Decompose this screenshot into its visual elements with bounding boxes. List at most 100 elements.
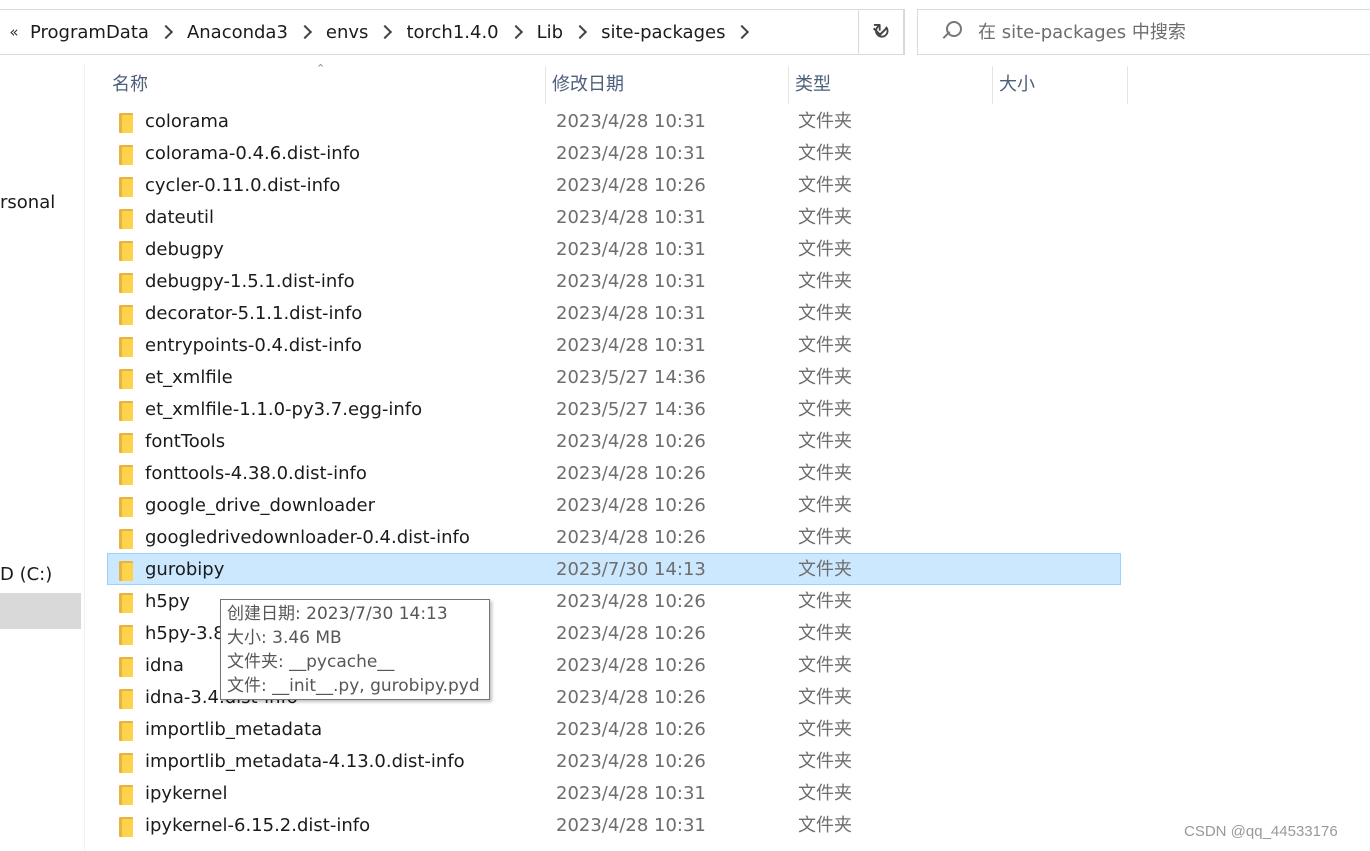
file-row[interactable]: importlib_metadata 2023/4/28 10:26 文件夹 xyxy=(107,713,1121,745)
folder-icon xyxy=(119,241,133,261)
file-type: 文件夹 xyxy=(798,239,852,260)
search-box[interactable] xyxy=(917,9,1370,55)
file-name: decorator-5.1.1.dist-info xyxy=(145,303,363,324)
file-modified-date: 2023/4/28 10:31 xyxy=(556,815,706,836)
file-modified-date: 2023/4/28 10:31 xyxy=(556,335,706,356)
file-row[interactable]: cycler-0.11.0.dist-info 2023/4/28 10:26 文件… xyxy=(107,169,1121,201)
folder-icon xyxy=(119,113,133,133)
file-row[interactable]: colorama-0.4.6.dist-info 2023/4/28 10:31 文… xyxy=(107,137,1121,169)
file-type: 文件夹 xyxy=(798,623,852,644)
column-header-size[interactable]: 大小 xyxy=(993,66,1128,104)
chevron-right-icon[interactable] xyxy=(297,24,312,40)
file-name: fonttools-4.38.0.dist-info xyxy=(145,463,367,484)
breadcrumb-overflow-icon[interactable]: « xyxy=(0,23,28,41)
folder-icon xyxy=(119,817,133,837)
tooltip-folders: 文件夹: __pycache__ xyxy=(227,652,395,672)
file-name: debugpy xyxy=(145,239,224,260)
file-row[interactable]: fontTools 2023/4/28 10:26 文件夹 xyxy=(107,425,1121,457)
folder-icon xyxy=(119,529,133,549)
file-modified-date: 2023/4/28 10:26 xyxy=(556,527,706,548)
nav-hover-highlight xyxy=(0,593,81,629)
file-row[interactable]: gurobipy 2023/7/30 14:13 文件夹 xyxy=(107,553,1121,585)
file-type: 文件夹 xyxy=(798,399,852,420)
folder-icon xyxy=(119,593,133,613)
folder-icon xyxy=(119,753,133,773)
file-type: 文件夹 xyxy=(798,431,852,452)
folder-icon xyxy=(119,145,133,165)
column-header-date[interactable]: 修改日期 xyxy=(546,66,789,104)
file-name: google_drive_downloader xyxy=(145,495,376,516)
file-type: 文件夹 xyxy=(798,719,852,740)
file-name: googledrivedownloader-0.4.dist-info xyxy=(145,527,470,548)
refresh-button[interactable]: ↻ xyxy=(858,9,905,55)
file-row[interactable]: ipykernel 2023/4/28 10:31 文件夹 xyxy=(107,777,1121,809)
file-modified-date: 2023/4/28 10:26 xyxy=(556,591,706,612)
file-name: et_xmlfile xyxy=(145,367,233,388)
column-header-name[interactable]: 名称 xyxy=(106,66,546,104)
folder-icon xyxy=(119,785,133,805)
search-input[interactable] xyxy=(976,20,1360,44)
chevron-right-icon[interactable] xyxy=(573,24,588,40)
folder-icon xyxy=(119,433,133,453)
file-row[interactable]: entrypoints-0.4.dist-info 2023/4/28 10:31… xyxy=(107,329,1121,361)
folder-icon xyxy=(119,177,133,197)
file-modified-date: 2023/4/28 10:26 xyxy=(556,719,706,740)
file-row[interactable]: et_xmlfile-1.1.0-py3.7.egg-info 2023/5/27… xyxy=(107,393,1121,425)
folder-icon xyxy=(119,561,133,581)
breadcrumb-segment[interactable]: Lib xyxy=(535,22,565,43)
breadcrumb-segment[interactable]: Anaconda3 xyxy=(185,22,290,43)
chevron-right-icon[interactable] xyxy=(158,24,174,40)
file-modified-date: 2023/4/28 10:31 xyxy=(556,143,706,164)
file-modified-date: 2023/4/28 10:31 xyxy=(556,207,706,228)
file-modified-date: 2023/4/28 10:26 xyxy=(556,655,706,676)
file-name: h5py xyxy=(145,591,190,612)
breadcrumb-segment[interactable]: envs xyxy=(324,22,371,43)
file-modified-date: 2023/5/27 14:36 xyxy=(556,367,706,388)
file-row[interactable]: et_xmlfile 2023/5/27 14:36 文件夹 xyxy=(107,361,1121,393)
file-type: 文件夹 xyxy=(798,751,852,772)
file-type: 文件夹 xyxy=(798,207,852,228)
column-header-type[interactable]: 类型 xyxy=(789,66,993,104)
breadcrumb-segment[interactable]: torch1.4.0 xyxy=(404,22,500,43)
chevron-right-icon[interactable] xyxy=(508,24,523,40)
file-row[interactable]: decorator-5.1.1.dist-info 2023/4/28 10:31… xyxy=(107,297,1121,329)
file-row[interactable]: fonttools-4.38.0.dist-info 2023/4/28 10:2… xyxy=(107,457,1121,489)
address-bar[interactable]: « ProgramData Anaconda3 envs torch1.4.0 Lib s… xyxy=(0,9,904,55)
file-row[interactable]: debugpy 2023/4/28 10:31 文件夹 xyxy=(107,233,1121,265)
file-row[interactable]: google_drive_downloader 2023/4/28 10:26 文件… xyxy=(107,489,1121,521)
file-type: 文件夹 xyxy=(798,591,852,612)
file-type: 文件夹 xyxy=(798,335,852,356)
file-modified-date: 2023/7/30 14:13 xyxy=(556,559,706,580)
file-row[interactable]: importlib_metadata-4.13.0.dist-info 2023/… xyxy=(107,745,1121,777)
file-row[interactable]: googledrivedownloader-0.4.dist-info 2023/… xyxy=(107,521,1121,553)
chevron-right-icon[interactable] xyxy=(378,24,393,40)
file-name: idna xyxy=(145,655,184,676)
navigation-pane[interactable]: rsonal D (C:) xyxy=(0,64,85,851)
file-row[interactable]: colorama 2023/4/28 10:31 文件夹 xyxy=(107,105,1121,137)
file-row[interactable]: dateutil 2023/4/28 10:31 文件夹 xyxy=(107,201,1121,233)
folder-icon xyxy=(119,625,133,645)
breadcrumb-segment[interactable]: ProgramData xyxy=(28,22,151,43)
file-type: 文件夹 xyxy=(798,143,852,164)
refresh-icon: ↻ xyxy=(872,19,891,45)
file-type: 文件夹 xyxy=(798,463,852,484)
tooltip-size: 大小: 3.46 MB xyxy=(227,628,342,648)
file-modified-date: 2023/4/28 10:31 xyxy=(556,303,706,324)
breadcrumb-segment[interactable]: site-packages xyxy=(599,22,727,43)
file-name: h5py-3.8 xyxy=(145,623,225,644)
file-row[interactable]: debugpy-1.5.1.dist-info 2023/4/28 10:31 文件… xyxy=(107,265,1121,297)
file-name: gurobipy xyxy=(145,559,225,580)
nav-item-drive-c[interactable]: D (C:) xyxy=(0,564,52,585)
file-modified-date: 2023/4/28 10:26 xyxy=(556,687,706,708)
file-name: colorama-0.4.6.dist-info xyxy=(145,143,361,164)
nav-item-personal[interactable]: rsonal xyxy=(0,192,55,213)
tooltip-created: 创建日期: 2023/7/30 14:13 xyxy=(227,604,448,624)
file-type: 文件夹 xyxy=(798,367,852,388)
folder-icon xyxy=(119,273,133,293)
search-icon xyxy=(940,21,962,43)
file-type: 文件夹 xyxy=(798,495,852,516)
chevron-right-icon[interactable] xyxy=(735,24,750,40)
file-row[interactable]: ipykernel-6.15.2.dist-info 2023/4/28 10:3… xyxy=(107,809,1121,841)
tooltip-files: 文件: __init__.py, gurobipy.pyd xyxy=(227,676,480,696)
folder-icon xyxy=(119,305,133,325)
